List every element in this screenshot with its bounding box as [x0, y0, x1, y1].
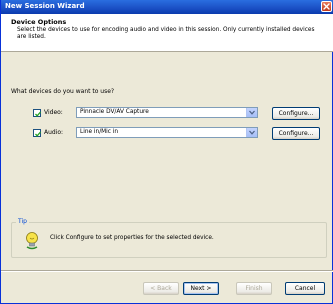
- video-device-value: Pinnacle DV/AV Capture: [80, 109, 149, 115]
- tip-light-bulb-icon: [26, 232, 38, 250]
- video-device-row: Video: Pinnacle DV/AV Capture Configure.…: [33, 107, 333, 121]
- audio-checkbox[interactable]: [33, 129, 41, 137]
- window-title: New Session Wizard: [5, 2, 85, 10]
- video-dropdown-button[interactable]: [246, 108, 257, 117]
- back-button[interactable]: < Back: [143, 282, 179, 295]
- chevron-down-icon: [249, 110, 255, 115]
- audio-dropdown-button[interactable]: [246, 128, 257, 137]
- footer-divider: [1, 270, 333, 272]
- title-bar[interactable]: New Session Wizard: [1, 0, 333, 14]
- close-icon: [323, 3, 330, 10]
- cancel-button[interactable]: Cancel: [285, 282, 325, 295]
- video-label: Video:: [44, 109, 63, 116]
- page-description: Select the devices to use for encoding a…: [17, 27, 315, 41]
- tip-text: Click Configure to set properties for th…: [50, 235, 214, 241]
- video-configure-button[interactable]: Configure...: [272, 107, 320, 120]
- finish-button[interactable]: Finish: [236, 282, 272, 295]
- audio-device-select[interactable]: Line in/Mic in: [76, 127, 258, 138]
- video-checkbox[interactable]: [33, 109, 41, 117]
- wizard-header: Device Options Select the devices to use…: [1, 14, 333, 52]
- tip-label: Tip: [16, 218, 29, 225]
- wizard-window: New Session Wizard Device Options Select…: [0, 0, 333, 304]
- audio-label: Audio:: [44, 129, 64, 136]
- next-button[interactable]: Next >: [183, 282, 219, 295]
- chevron-down-icon: [249, 130, 255, 135]
- audio-device-value: Line in/Mic in: [80, 129, 119, 135]
- audio-device-row: Audio: Line in/Mic in Configure...: [33, 127, 333, 141]
- page-title: Device Options: [11, 18, 67, 26]
- audio-configure-button[interactable]: Configure...: [272, 127, 320, 140]
- devices-question: What devices do you want to use?: [11, 88, 115, 95]
- tip-group: Tip Click Configure to set properties fo…: [11, 218, 327, 258]
- video-device-select[interactable]: Pinnacle DV/AV Capture: [76, 107, 258, 118]
- checkmark-icon: [35, 131, 41, 137]
- close-button[interactable]: [321, 1, 332, 12]
- checkmark-icon: [35, 111, 41, 117]
